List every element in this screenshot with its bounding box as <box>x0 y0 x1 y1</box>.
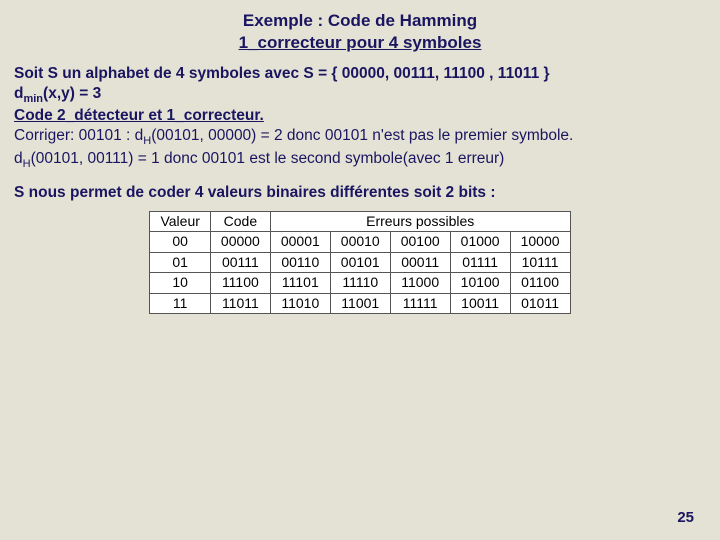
table-row: 01 00111 00110 00101 00011 01111 10111 <box>150 252 570 273</box>
cell: 00 <box>150 232 210 253</box>
cell: 11111 <box>390 293 450 314</box>
table-row: 00 00000 00001 00010 00100 01000 10000 <box>150 232 570 253</box>
cell: 01 <box>150 252 210 273</box>
table-row: 10 11100 11101 11110 11000 10100 01100 <box>150 273 570 294</box>
th-erreurs: Erreurs possibles <box>270 211 570 232</box>
corr-pre: Corriger: 00101 : d <box>14 127 143 144</box>
cell: 11000 <box>390 273 450 294</box>
cell: 11100 <box>210 273 270 294</box>
dh2-post: (00101, 00111) = 1 donc 00101 est le sec… <box>31 150 505 167</box>
cell: 11 <box>150 293 210 314</box>
line-corriger: Corriger: 00101 : dH(00101, 00000) = 2 d… <box>14 127 573 144</box>
line-dh2: dH(00101, 00111) = 1 donc 00101 est le s… <box>14 150 504 167</box>
line-code-type: Code 2_détecteur et 1_correcteur. <box>14 107 264 124</box>
cell: 01000 <box>450 232 510 253</box>
th-code: Code <box>210 211 270 232</box>
cell: 01111 <box>450 252 510 273</box>
title-line1: Exemple : Code de Hamming <box>243 11 477 30</box>
dh2-sub: H <box>23 158 31 170</box>
page-number: 25 <box>677 509 694 526</box>
cell: 11010 <box>270 293 330 314</box>
slide: Exemple : Code de Hamming 1_correcteur p… <box>0 0 720 540</box>
table-header-row: Valeur Code Erreurs possibles <box>150 211 570 232</box>
cell: 10 <box>150 273 210 294</box>
corr-sub: H <box>143 135 151 147</box>
line-dmin: dmin(x,y) = 3 <box>14 85 101 102</box>
cell: 00000 <box>210 232 270 253</box>
slide-title: Exemple : Code de Hamming 1_correcteur p… <box>14 10 706 54</box>
cell: 10100 <box>450 273 510 294</box>
dmin-post: (x,y) = 3 <box>43 85 101 102</box>
cell: 00001 <box>270 232 330 253</box>
cell: 10111 <box>510 252 570 273</box>
dmin-sub: min <box>23 93 43 105</box>
cell: 00100 <box>390 232 450 253</box>
cell: 01011 <box>510 293 570 314</box>
cell: 00011 <box>390 252 450 273</box>
cell: 10011 <box>450 293 510 314</box>
cell: 11101 <box>270 273 330 294</box>
th-valeur: Valeur <box>150 211 210 232</box>
cell: 00111 <box>210 252 270 273</box>
error-table: Valeur Code Erreurs possibles 00 00000 0… <box>149 211 570 315</box>
line-coding: S nous permet de coder 4 valeurs binaire… <box>14 184 496 201</box>
corr-post: (00101, 00000) = 2 donc 00101 n'est pas … <box>151 127 573 144</box>
dh2-pre: d <box>14 150 23 167</box>
slide-body: Soit S un alphabet de 4 symboles avec S … <box>14 64 706 314</box>
table-row: 11 11011 11010 11001 11111 10011 01011 <box>150 293 570 314</box>
cell: 00101 <box>330 252 390 273</box>
cell: 11011 <box>210 293 270 314</box>
line-alphabet: Soit S un alphabet de 4 symboles avec S … <box>14 65 550 82</box>
cell: 01100 <box>510 273 570 294</box>
cell: 00110 <box>270 252 330 273</box>
cell: 00010 <box>330 232 390 253</box>
title-line2: 1_correcteur pour 4 symboles <box>239 33 482 52</box>
cell: 11110 <box>330 273 390 294</box>
cell: 10000 <box>510 232 570 253</box>
cell: 11001 <box>330 293 390 314</box>
